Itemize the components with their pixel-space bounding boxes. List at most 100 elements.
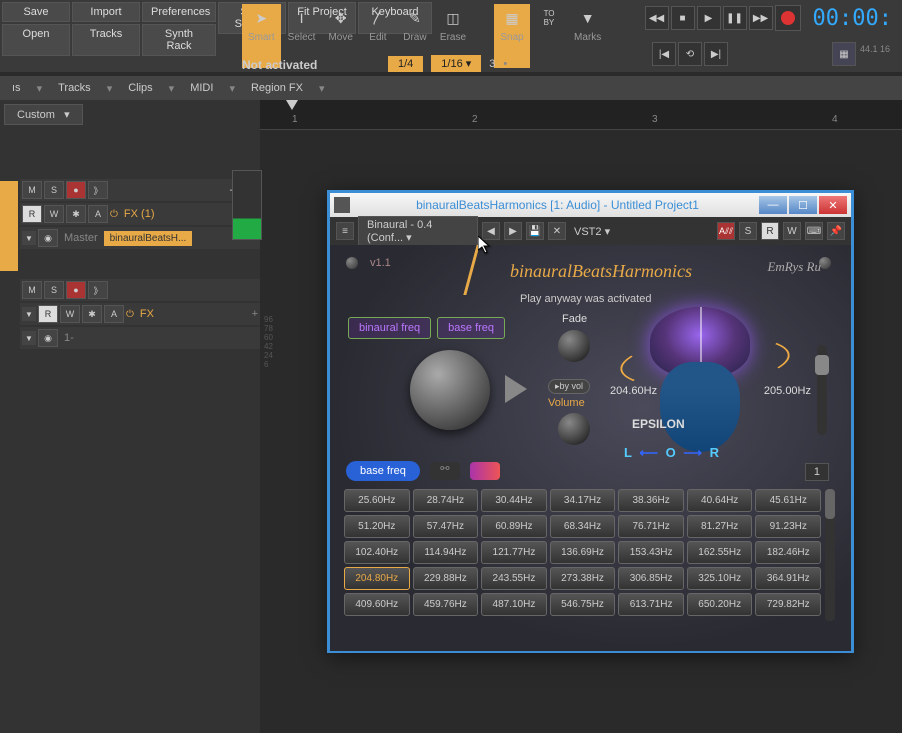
freq-button[interactable]: 68.34Hz bbox=[550, 515, 616, 538]
base-freq-filter[interactable]: base freq bbox=[346, 461, 420, 481]
freq-button[interactable]: 34.17Hz bbox=[550, 489, 616, 512]
synth-rack-button[interactable]: Synth Rack bbox=[142, 24, 216, 56]
play-button[interactable]: ▶ bbox=[697, 6, 721, 30]
link-icon[interactable]: ⚯ bbox=[430, 462, 460, 480]
minimize-button[interactable]: — bbox=[759, 196, 787, 214]
playhead-marker[interactable] bbox=[286, 100, 298, 110]
menu-clips[interactable]: Clips bbox=[120, 80, 160, 96]
time-sig-left[interactable]: 1/4 bbox=[388, 56, 423, 72]
goto-end-button[interactable]: ▶| bbox=[704, 42, 728, 66]
input-echo-button[interactable]: 》 bbox=[88, 181, 108, 199]
freq-button[interactable]: 28.74Hz bbox=[413, 489, 479, 512]
menu-partial[interactable]: ıs bbox=[4, 80, 29, 96]
freq-button[interactable]: 153.43Hz bbox=[618, 541, 684, 564]
expand-button-2[interactable]: ▼ bbox=[22, 307, 36, 321]
plugin-read-button[interactable]: R bbox=[761, 222, 779, 240]
freq-button[interactable]: 650.20Hz bbox=[687, 593, 753, 616]
maximize-button[interactable]: ☐ bbox=[789, 196, 817, 214]
pin-button[interactable]: 📌 bbox=[827, 222, 845, 240]
loop-button[interactable]: ⟲ bbox=[678, 42, 702, 66]
freq-button[interactable]: 306.85Hz bbox=[618, 567, 684, 590]
fx-chain-2[interactable]: FX bbox=[136, 308, 158, 320]
fx-clip[interactable]: binauralBeatsH... bbox=[104, 231, 193, 246]
volume-knob[interactable] bbox=[558, 413, 590, 445]
import-button[interactable]: Import bbox=[72, 2, 140, 22]
menu-tracks[interactable]: Tracks bbox=[50, 80, 99, 96]
a-button-2[interactable]: A bbox=[104, 305, 124, 323]
freq-button[interactable]: 60.89Hz bbox=[481, 515, 547, 538]
arm-button[interactable]: ● bbox=[66, 181, 86, 199]
prev-preset-button[interactable]: ◀ bbox=[482, 222, 500, 240]
freq-button[interactable]: 30.44Hz bbox=[481, 489, 547, 512]
record-button[interactable] bbox=[775, 5, 801, 31]
pause-button[interactable]: ❚❚ bbox=[723, 6, 747, 30]
freq-button[interactable]: 102.40Hz bbox=[344, 541, 410, 564]
plugin-menu-button[interactable]: ≡ bbox=[336, 222, 354, 240]
play-icon[interactable] bbox=[505, 375, 527, 403]
freq-button[interactable]: 136.69Hz bbox=[550, 541, 616, 564]
output-button-2[interactable]: ◉ bbox=[38, 329, 58, 347]
freq-button[interactable]: 162.55Hz bbox=[687, 541, 753, 564]
solo-button-2[interactable]: S bbox=[44, 281, 64, 299]
page-number[interactable]: 1 bbox=[805, 463, 829, 481]
keyboard-icon[interactable]: ⌨ bbox=[805, 222, 823, 240]
bus-out[interactable]: 1- bbox=[60, 332, 78, 344]
a-button[interactable]: A bbox=[88, 205, 108, 223]
plugin-write-button[interactable]: W bbox=[783, 222, 801, 240]
freq-button[interactable]: 114.94Hz bbox=[413, 541, 479, 564]
freq-button[interactable]: 51.20Hz bbox=[344, 515, 410, 538]
base-freq-tab[interactable]: base freq bbox=[437, 317, 505, 339]
freq-button[interactable]: 459.76Hz bbox=[413, 593, 479, 616]
freq-button[interactable]: 45.61Hz bbox=[755, 489, 821, 512]
freq-button[interactable]: 613.71Hz bbox=[618, 593, 684, 616]
plugin-solo-button[interactable]: S bbox=[739, 222, 757, 240]
freq-button[interactable]: 25.60Hz bbox=[344, 489, 410, 512]
expand-button[interactable]: ▼ bbox=[22, 231, 36, 245]
vertical-slider[interactable] bbox=[817, 345, 827, 435]
fx-chain[interactable]: FX (1) bbox=[120, 208, 159, 220]
freq-button[interactable]: 40.64Hz bbox=[687, 489, 753, 512]
move-tool[interactable]: ✥ Move bbox=[322, 4, 358, 68]
freq-button[interactable]: 121.77Hz bbox=[481, 541, 547, 564]
by-vol-toggle[interactable]: ▸by vol bbox=[548, 379, 590, 394]
menu-midi[interactable]: MIDI bbox=[182, 80, 221, 96]
wave-icon[interactable] bbox=[470, 462, 500, 480]
mute-button[interactable]: M bbox=[22, 181, 42, 199]
freq-scrollbar[interactable] bbox=[825, 489, 835, 621]
open-button[interactable]: Open bbox=[2, 24, 70, 56]
audio-engine-button[interactable]: ▦ bbox=[832, 42, 856, 66]
freq-button[interactable]: 229.88Hz bbox=[413, 567, 479, 590]
goto-start-button[interactable]: |◀ bbox=[652, 42, 676, 66]
freq-button[interactable]: 76.71Hz bbox=[618, 515, 684, 538]
write-button[interactable]: W bbox=[44, 205, 64, 223]
master-out[interactable]: Master bbox=[60, 232, 102, 244]
freq-button[interactable]: 546.75Hz bbox=[550, 593, 616, 616]
freq-button[interactable]: 729.82Hz bbox=[755, 593, 821, 616]
freq-button[interactable]: 38.36Hz bbox=[618, 489, 684, 512]
snowflake-button[interactable]: ✱ bbox=[66, 205, 86, 223]
time-sig-right[interactable]: 1/16 ▾ bbox=[431, 55, 481, 72]
main-knob[interactable] bbox=[410, 350, 490, 430]
rewind-button[interactable]: ◀◀ bbox=[645, 6, 669, 30]
stop-button[interactable]: ■ bbox=[671, 6, 695, 30]
freq-button[interactable]: 409.60Hz bbox=[344, 593, 410, 616]
freq-button[interactable]: 81.27Hz bbox=[687, 515, 753, 538]
plugin-titlebar[interactable]: binauralBeatsHarmonics [1: Audio] - Unti… bbox=[330, 193, 851, 217]
freq-button[interactable]: 182.46Hz bbox=[755, 541, 821, 564]
save-button[interactable]: Save bbox=[2, 2, 70, 22]
freq-button[interactable]: 325.10Hz bbox=[687, 567, 753, 590]
timeline-ruler[interactable]: 1 2 3 4 bbox=[260, 100, 902, 130]
solo-button[interactable]: S bbox=[44, 181, 64, 199]
save-preset-button[interactable]: 💾 bbox=[526, 222, 544, 240]
menu-region-fx[interactable]: Region FX bbox=[243, 80, 311, 96]
snap-to-tool[interactable]: TOBY bbox=[531, 4, 567, 68]
freq-button[interactable]: 204.80Hz bbox=[344, 567, 410, 590]
forward-button[interactable]: ▶▶ bbox=[749, 6, 773, 30]
custom-dropdown[interactable]: Custom ▾ bbox=[4, 104, 83, 125]
freq-button[interactable]: 364.91Hz bbox=[755, 567, 821, 590]
plugin-type[interactable]: VST2 ▾ bbox=[570, 225, 614, 238]
preferences-button[interactable]: Preferences bbox=[142, 2, 216, 22]
marks-tool[interactable]: ▼ Marks bbox=[568, 4, 607, 68]
tracks-button[interactable]: Tracks bbox=[72, 24, 140, 56]
preset-dropdown[interactable]: Binaural - 0.4 (Conf... ▾ bbox=[358, 216, 478, 247]
